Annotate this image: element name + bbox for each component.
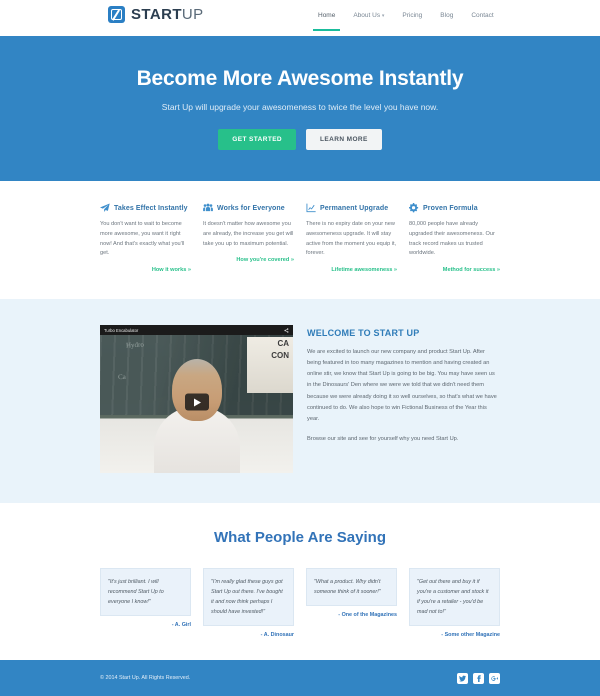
feature-title: Proven Formula <box>423 204 478 212</box>
hero-subheading: Start Up will upgrade your awesomeness t… <box>161 102 439 112</box>
testimonial-item: "What a product. Why didn't someone thin… <box>306 568 397 618</box>
nav-item-about-us[interactable]: About Us ▾ <box>353 12 384 31</box>
testimonials-heading: What People Are Saying <box>214 529 386 547</box>
feature-header: Takes Effect Instantly <box>100 203 191 213</box>
play-icon[interactable] <box>184 393 209 411</box>
feature-body: It doesn't matter how awesome you are al… <box>203 221 294 247</box>
testimonial-attribution: - A. Dinosaur <box>260 632 294 639</box>
logo-mark-icon <box>108 6 125 23</box>
group-people-icon <box>203 203 213 213</box>
feature-header: Permanent Upgrade <box>306 203 397 213</box>
video-player[interactable]: Turbo Encabulator Hydro Ca CA CON <box>100 325 293 474</box>
video-title: Turbo Encabulator <box>104 327 139 333</box>
facebook-icon[interactable] <box>473 672 484 684</box>
feature-body: 80,000 people have already upgraded thei… <box>409 221 495 257</box>
feature-title: Takes Effect Instantly <box>114 204 188 212</box>
logo-text-light: UP <box>181 6 204 23</box>
landing-page: STARTUP Home About Us ▾ Pricing Blog Con… <box>0 0 600 696</box>
testimonials-list: "It's just brilliant. I will recommend S… <box>100 568 500 638</box>
poster-text-2: CON <box>271 351 289 361</box>
testimonial-quote: "I'm really glad these guys got Start Up… <box>203 568 294 627</box>
testimonials-section: What People Are Saying "It's just brilli… <box>0 503 600 669</box>
testimonial-item: "I'm really glad these guys got Start Up… <box>203 568 294 638</box>
welcome-heading: WELCOME TO START UP <box>307 328 420 339</box>
get-started-button[interactable]: GET STARTED <box>218 129 297 150</box>
welcome-section: Turbo Encabulator Hydro Ca CA CON WELCOM… <box>0 299 600 504</box>
feature-header: Works for Everyone <box>203 203 294 213</box>
testimonial-item: "Get out there and buy it if you're a cu… <box>409 568 500 638</box>
poster-text-1: CA <box>277 339 289 349</box>
chalkboard-text-2: Ca <box>117 372 126 382</box>
testimonial-quote: "What a product. Why didn't someone thin… <box>306 568 397 607</box>
feature-card: Proven Formula 80,000 people have alread… <box>409 203 500 273</box>
welcome-paragraph-1: We are excited to launch our new company… <box>307 349 497 422</box>
feature-title: Permanent Upgrade <box>320 204 389 212</box>
testimonial-quote: "It's just brilliant. I will recommend S… <box>100 568 191 617</box>
nav-item-home[interactable]: Home <box>312 12 341 31</box>
feature-link[interactable]: Lifetime awesomeness » <box>306 267 397 273</box>
feature-title: Works for Everyone <box>217 204 285 212</box>
nav-item-blog[interactable]: Blog <box>440 12 453 31</box>
testimonial-attribution: - A. Girl <box>171 622 191 629</box>
feature-link[interactable]: How it works » <box>100 267 191 273</box>
learn-more-button[interactable]: LEARN MORE <box>306 129 382 150</box>
features-section: Takes Effect Instantly You don't want to… <box>0 181 600 300</box>
twitter-icon[interactable] <box>457 672 468 684</box>
logo-text-bold: START <box>131 6 182 23</box>
paper-plane-icon <box>100 203 110 213</box>
nav-item-contact[interactable]: Contact <box>471 12 493 31</box>
social-links <box>457 672 500 684</box>
testimonial-item: "It's just brilliant. I will recommend S… <box>100 568 191 628</box>
main-nav: Home About Us ▾ Pricing Blog Contact <box>312 12 494 31</box>
copyright-text: © 2014 Start Up. All Rights Reserved. <box>100 675 191 681</box>
googleplus-icon[interactable] <box>489 672 500 684</box>
nav-item-pricing[interactable]: Pricing <box>402 12 422 31</box>
feature-body: There is no expiry date on your new awes… <box>306 221 397 257</box>
feature-link[interactable]: Method for success » <box>409 267 500 273</box>
feature-card: Works for Everyone It doesn't matter how… <box>203 203 294 273</box>
site-footer: © 2014 Start Up. All Rights Reserved. <box>0 660 600 696</box>
logo-text: STARTUP <box>131 6 204 23</box>
hero-heading: Become More Awesome Instantly <box>136 67 464 90</box>
logo[interactable]: STARTUP <box>108 6 204 23</box>
chalkboard-text-1: Hydro <box>125 340 145 350</box>
testimonial-attribution: - Some other Magazine <box>441 632 500 639</box>
video-person-head <box>171 359 222 422</box>
welcome-text: WELCOME TO START UP We are excited to la… <box>307 325 500 473</box>
hero-section: Become More Awesome Instantly Start Up w… <box>0 36 600 181</box>
video-title-bar: Turbo Encabulator <box>100 325 293 336</box>
feature-card: Permanent Upgrade There is no expiry dat… <box>306 203 397 273</box>
feature-body: You don't want to wait to become more aw… <box>100 221 185 257</box>
feature-link[interactable]: How you're covered » <box>203 257 294 263</box>
feature-card: Takes Effect Instantly You don't want to… <box>100 203 191 273</box>
share-icon[interactable] <box>284 327 289 333</box>
feature-header: Proven Formula <box>409 203 500 213</box>
testimonial-quote: "Get out there and buy it if you're a cu… <box>409 568 500 627</box>
hero-buttons: GET STARTED LEARN MORE <box>218 129 382 150</box>
site-header: STARTUP Home About Us ▾ Pricing Blog Con… <box>0 0 600 36</box>
gears-icon <box>409 203 419 213</box>
testimonial-attribution: - One of the Magazines <box>338 612 397 619</box>
line-chart-icon <box>306 203 316 213</box>
welcome-paragraph-2: Browse our site and see for yourself why… <box>307 435 459 442</box>
chevron-down-icon: ▾ <box>381 13 385 19</box>
